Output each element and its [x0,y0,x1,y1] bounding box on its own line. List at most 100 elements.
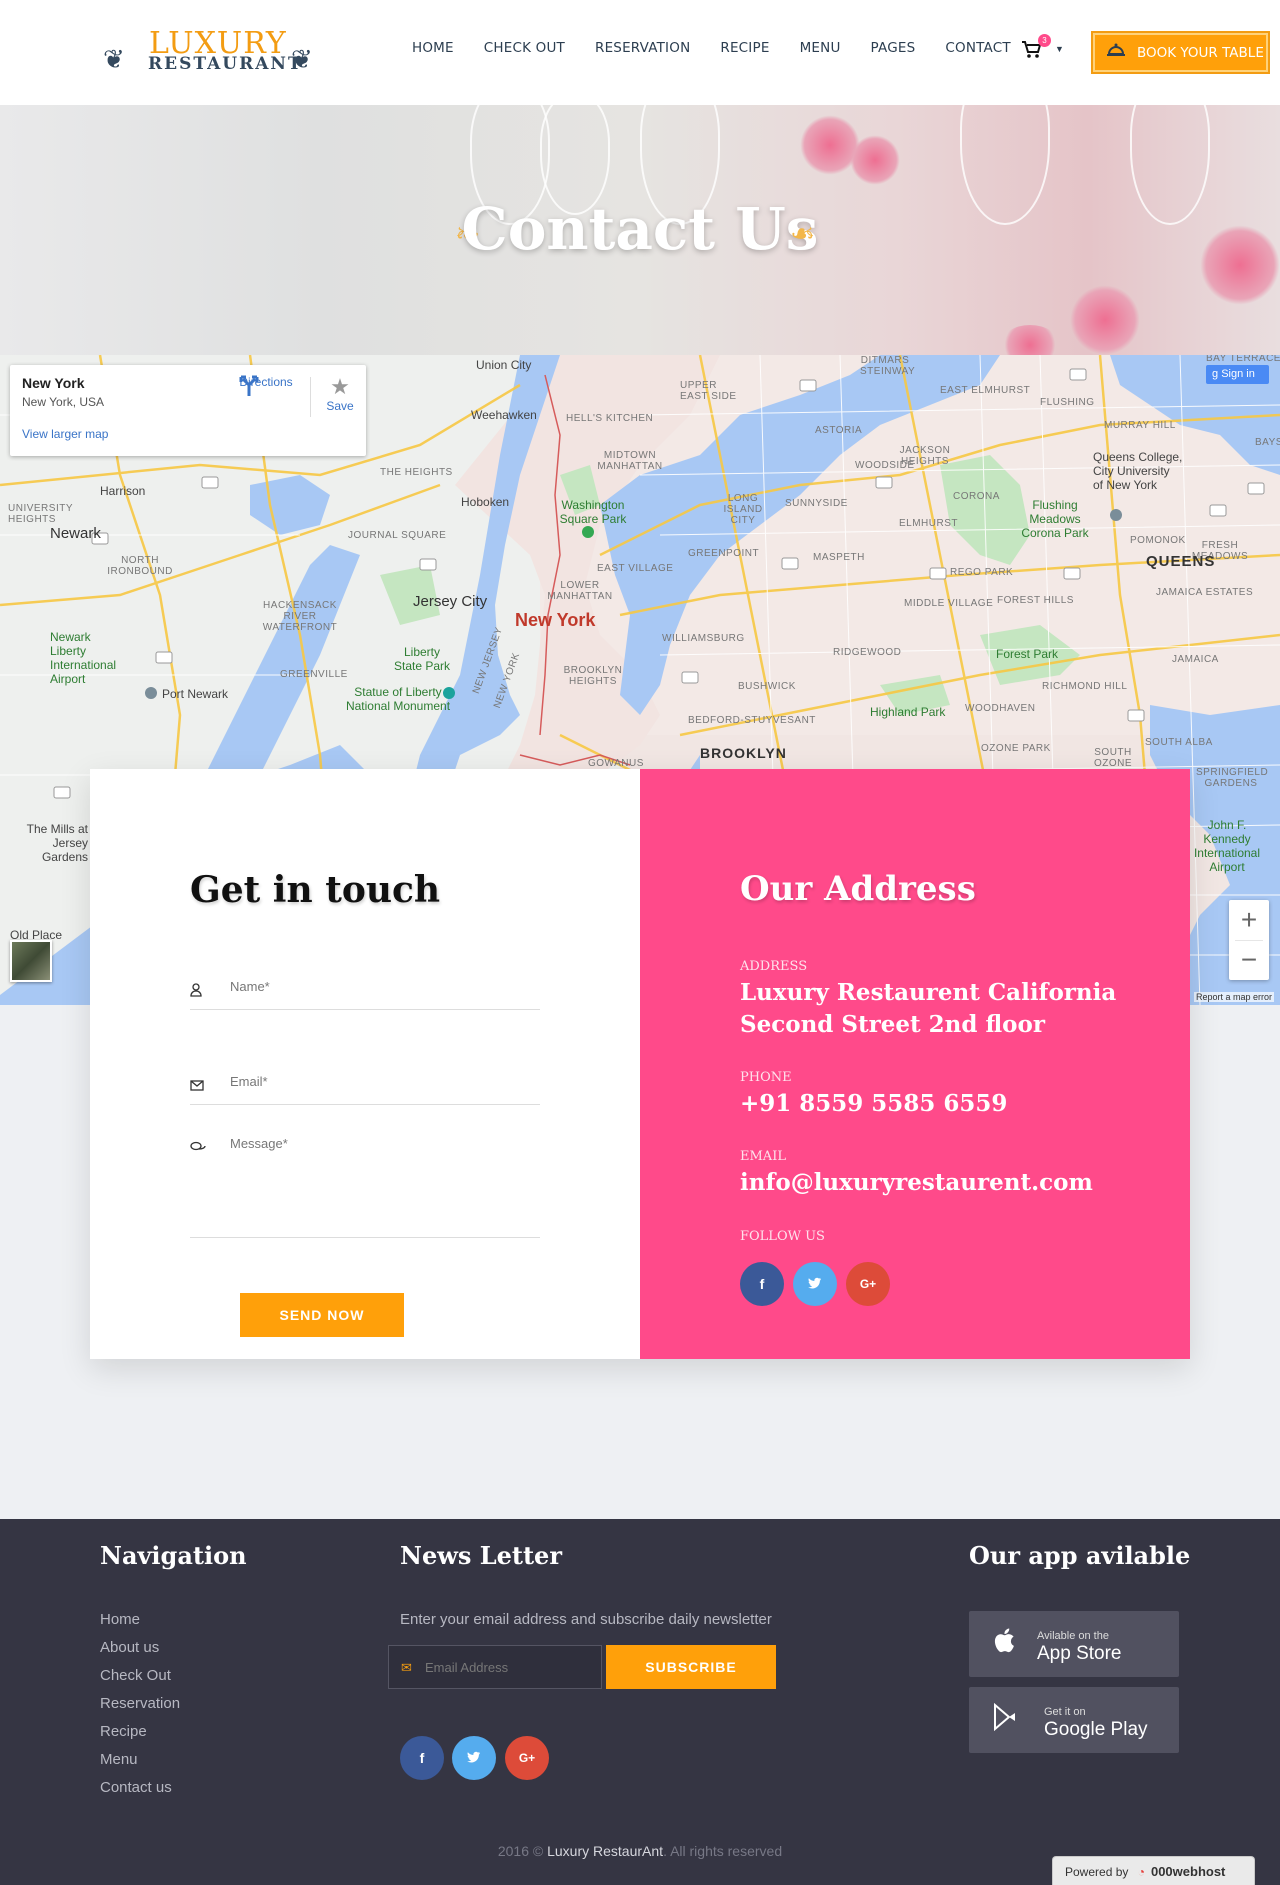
map-zoom-control: + − [1229,900,1269,980]
map-label: Weehawken [471,408,537,422]
cart-count-badge: 3 [1038,34,1051,47]
map-label: LONG ISLAND CITY [723,493,763,526]
map-label: NORTH IRONBOUND [107,555,173,577]
google-plus-icon[interactable]: G+ [846,1262,890,1306]
google-play-button[interactable]: Get it on Google Play [969,1687,1179,1753]
zoom-divider [1235,940,1263,941]
email-label: EMAIL [740,1149,786,1164]
ornament-left-icon: ❦ [103,44,125,74]
address-line1: Luxury Restaurent California [740,979,1117,1006]
footer-nav-check-out[interactable]: Check Out [100,1667,180,1695]
message-field[interactable]: Message* [190,1136,540,1238]
save-label: Save [326,399,354,413]
map-sign-in-button[interactable]: g Sign in [1206,365,1269,384]
powered-by-badge[interactable]: Powered by ◔ 000webhost [1052,1856,1255,1885]
map-label: BAY TERRACE [1206,355,1280,364]
map-label: UPPER EAST SIDE [680,380,737,402]
contact-section: Get in touch Name* Email* Message* SEND … [90,769,1190,1359]
map-label: WOODHAVEN [965,703,1036,714]
subscribe-button[interactable]: SUBSCRIBE [606,1645,776,1689]
map-label: POMONOK [1130,535,1186,546]
email-value[interactable]: info@luxuryrestaurent.com [740,1167,1093,1199]
brand-logo[interactable]: ❦ LUXURY RESTAURANT ❦ [103,26,321,76]
name-field[interactable]: Name* [190,979,540,1010]
map-label: New York [515,610,596,630]
map-label: FOREST HILLS [997,595,1074,606]
map-label: GOWANUS [588,758,644,769]
send-button[interactable]: SEND NOW [240,1293,404,1337]
map-label: Union City [476,358,532,372]
footer-nav-heading: Navigation [100,1541,247,1570]
place-title: New York [22,375,85,391]
email-field[interactable]: Email* [190,1074,540,1105]
nav-recipe[interactable]: RECIPE [720,40,769,56]
book-table-button[interactable]: BOOK YOUR TABLE [1091,31,1270,74]
message-placeholder: Message* [230,1136,288,1151]
footer-nav-about[interactable]: About us [100,1639,180,1667]
map-label: HACKENSACK RIVER WATERFRONT [262,600,338,633]
name-placeholder: Name* [230,979,270,994]
google-g-icon: g [1212,368,1222,380]
directions-button[interactable]: Directions [238,375,294,396]
zoom-out-icon[interactable]: − [1229,940,1269,980]
newsletter-email-input[interactable]: ✉ Email Address [388,1645,602,1689]
app-store-button[interactable]: Avilable on the App Store [969,1611,1179,1677]
zoom-in-icon[interactable]: + [1229,900,1269,940]
envelope-icon [190,1078,204,1094]
google-plus-icon[interactable]: G+ [505,1736,549,1780]
map-label: REGO PARK [950,567,1014,578]
copyright-year: 2016 © [497,1843,544,1859]
phone-value[interactable]: +91 8559 5585 6559 [740,1088,1007,1120]
satellite-toggle[interactable] [10,940,52,982]
google-play-small: Get it on [1044,1706,1086,1718]
twitter-icon[interactable] [793,1262,837,1306]
play-store-icon [993,1702,1019,1738]
app-heading: Our app avilable [969,1541,1191,1570]
map-label: LOWER MANHATTAN [547,580,613,602]
nav-check-out[interactable]: CHECK OUT [484,40,565,56]
map-label: Hoboken [461,495,510,509]
save-button[interactable]: ★ Save [320,374,360,414]
map-label: SOUTH ALBA [1145,737,1213,748]
google-play-big: Google Play [1044,1719,1148,1740]
map-label: Forest Park [996,647,1059,661]
form-heading: Get in touch [190,869,441,911]
phone-label: PHONE [740,1070,792,1085]
nav-reservation[interactable]: RESERVATION [595,40,690,56]
chat-icon [190,1140,206,1156]
view-larger-map-link[interactable]: View larger map [22,427,108,441]
map-label: BROOKLYN [700,745,787,761]
main-nav: HOME CHECK OUT RESERVATION RECIPE MENU P… [412,40,1041,56]
address-line2: Second Street 2nd floor [740,1011,1045,1038]
map-label: Harrison [100,484,146,498]
report-map-error-link[interactable]: Report a map error [1194,992,1275,1002]
copyright-brand[interactable]: Luxury RestaurAnt [547,1843,663,1859]
footer-nav-reservation[interactable]: Reservation [100,1695,180,1723]
ornament-right-icon: ❧ [790,218,816,251]
footer-nav-menu[interactable]: Menu [100,1751,180,1779]
nav-pages[interactable]: PAGES [871,40,916,56]
host-logo-icon: ◔ [1137,1865,1145,1879]
nav-home[interactable]: HOME [412,40,454,56]
map-label: EAST ELMHURST [940,385,1031,396]
map-label: Queens College, City University of New Y… [1093,450,1183,492]
facebook-icon[interactable]: f [740,1262,784,1306]
map-label: BUSHWICK [738,681,796,692]
twitter-icon[interactable] [452,1736,496,1780]
map-label: Port Newark [162,687,229,701]
star-icon: ★ [330,374,350,399]
contact-form: Get in touch Name* Email* Message* SEND … [90,769,640,1359]
nav-menu[interactable]: MENU [800,40,841,56]
map-label: Statue of Liberty National Monument [345,685,451,713]
footer-nav-home[interactable]: Home [100,1611,180,1639]
nav-contact[interactable]: CONTACT [945,40,1010,56]
map-label: THE HEIGHTS [380,467,453,478]
map-label: BEDFORD-STUYVESANT [688,715,816,726]
cart-button[interactable]: 3 ▼ [1021,34,1064,64]
newsletter-placeholder: Email Address [425,1660,509,1675]
facebook-icon[interactable]: f [400,1736,444,1780]
hero-rose [1070,285,1140,355]
follow-us-label: FOLLOW US [740,1229,825,1244]
footer-nav-contact[interactable]: Contact us [100,1779,180,1807]
footer-nav-recipe[interactable]: Recipe [100,1723,180,1751]
